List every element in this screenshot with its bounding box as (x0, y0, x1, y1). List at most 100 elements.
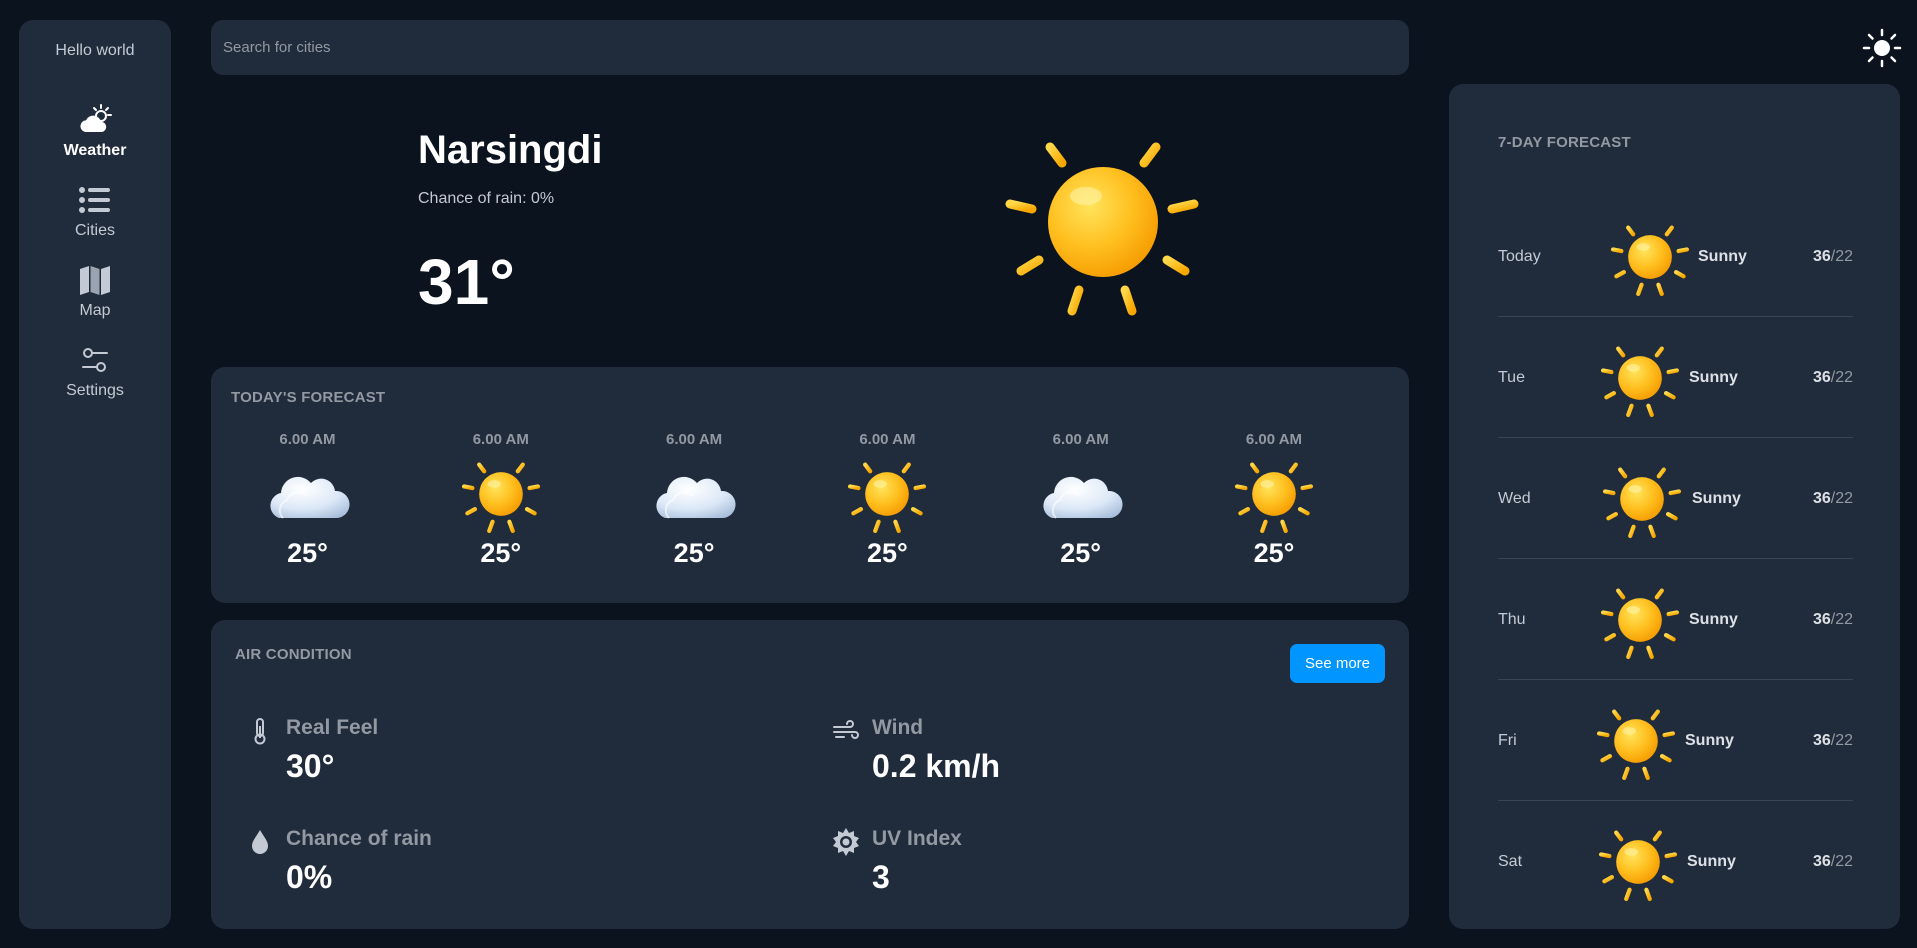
day-forecast-row: Fri Sunny 36/22 (1498, 680, 1853, 801)
section-title: TODAY'S FORECAST (231, 389, 386, 406)
map-icon (77, 262, 113, 298)
day-forecast-row: Sat Sunny 36/22 (1498, 801, 1853, 922)
sun-icon (1231, 454, 1317, 534)
day-low: /22 (1830, 368, 1853, 386)
todays-forecast-panel: TODAY'S FORECAST 6.00 AM 25° 6.00 AM 25° 6.0… (211, 367, 1409, 603)
day-temperature: 36/22 (1813, 611, 1853, 629)
section-title: 7-DAY FORECAST (1498, 134, 1631, 151)
cloud-icon (1038, 460, 1124, 530)
section-title: AIR CONDITION (235, 646, 352, 663)
list-icon (77, 182, 113, 218)
droplet-icon (252, 830, 268, 854)
day-name: Wed (1498, 489, 1531, 507)
day-high: 36 (1812, 489, 1831, 507)
day-name: Fri (1498, 731, 1517, 749)
day-condition: Sunny (1685, 731, 1734, 749)
day-high: 36 (1812, 852, 1831, 870)
day-forecast-row: Tue Sunny 36/22 (1498, 317, 1853, 438)
metric-value: 0.2 km/h (872, 748, 1001, 784)
sidebar-item-label: Settings (66, 382, 124, 399)
sidebar-item-cities[interactable]: Cities (19, 182, 171, 252)
cloud-icon (651, 460, 737, 530)
day-low: /22 (1830, 610, 1853, 628)
day-high: 36 (1812, 610, 1831, 628)
metric-label: Wind (872, 716, 924, 739)
sidebar-item-label: Map (79, 302, 111, 319)
day-condition: Sunny (1692, 489, 1741, 507)
sun-icon (1598, 336, 1682, 420)
thermometer-icon (254, 718, 266, 745)
sidebar-item-weather[interactable]: Weather (19, 102, 171, 172)
hour-time: 6.00 AM (666, 431, 723, 448)
sun-icon (844, 454, 930, 534)
sliders-icon (77, 342, 113, 378)
metric-value: 3 (872, 859, 890, 895)
sun-icon (1594, 699, 1678, 783)
day-condition: Sunny (1698, 247, 1747, 265)
hour-time: 6.00 AM (859, 431, 916, 448)
day-temperature: 36/22 (1813, 853, 1853, 871)
see-more-button[interactable]: See more (1290, 644, 1385, 683)
day-low: /22 (1830, 852, 1853, 870)
seven-day-forecast-panel: 7-DAY FORECAST Today Sunny 36/22 Tue Sunny 36… (1449, 84, 1900, 929)
day-condition: Sunny (1689, 368, 1738, 386)
hourly-forecast-item: 6.00 AM 25° (598, 431, 791, 591)
day-forecast-row: Wed Sunny 36/22 (1498, 438, 1853, 559)
day-high: 36 (1812, 368, 1831, 386)
metric-label: UV Index (872, 827, 962, 850)
hourly-forecast-item: 6.00 AM 25° (404, 431, 597, 591)
day-forecast-row: Thu Sunny 36/22 (1498, 559, 1853, 680)
metric-value: 30° (286, 748, 335, 784)
hour-temperature: 25° (287, 538, 328, 568)
metric-label: Real Feel (286, 716, 379, 739)
day-name: Today (1498, 247, 1541, 265)
day-low: /22 (1830, 731, 1853, 749)
day-high: 36 (1812, 731, 1831, 749)
hour-temperature: 25° (866, 538, 908, 568)
greeting-text: Hello world (55, 42, 135, 59)
cloud-icon (265, 460, 351, 530)
metric-uv-index: UV Index 3 (831, 821, 1231, 911)
hourly-forecast-item: 6.00 AM 25° (984, 431, 1177, 591)
city-name: Narsingdi (418, 128, 603, 172)
sidebar: Hello world Weather Cities Map Settings (19, 20, 171, 929)
sun-icon (1598, 578, 1682, 662)
metric-label: Chance of rain (286, 827, 432, 850)
hourly-forecast-item: 6.00 AM 25° (791, 431, 984, 591)
sun-icon (458, 454, 544, 534)
day-name: Sat (1498, 852, 1523, 870)
day-name: Thu (1498, 610, 1526, 628)
metric-real-feel: Real Feel 30° (245, 710, 645, 800)
hourly-forecast-item: 6.00 AM 25° (1178, 431, 1371, 591)
sidebar-item-label: Weather (63, 142, 127, 159)
sidebar-item-label: Cities (74, 222, 115, 239)
cloud-sun-icon (77, 102, 113, 138)
day-name: Tue (1498, 368, 1525, 386)
air-conditions-panel: AIR CONDITION See more Real Feel 30° Win… (211, 620, 1409, 929)
hour-temperature: 25° (1060, 538, 1102, 568)
sidebar-item-settings[interactable]: Settings (19, 342, 171, 412)
rain-chance-text: Chance of rain: 0% (418, 190, 555, 207)
sun-icon (1600, 457, 1684, 541)
sun-icon (1596, 820, 1680, 904)
theme-toggle-button[interactable] (1862, 28, 1902, 68)
sun-icon (1608, 215, 1692, 299)
hour-time: 6.00 AM (472, 431, 529, 448)
day-temperature: 36/22 (1813, 369, 1853, 387)
metric-wind: Wind 0.2 km/h (831, 710, 1231, 800)
day-forecast-row: Today Sunny 36/22 (1498, 196, 1853, 317)
search-input[interactable] (211, 20, 1409, 75)
hour-temperature: 25° (480, 538, 522, 568)
day-temperature: 36/22 (1813, 732, 1853, 750)
hour-time: 6.00 AM (1052, 431, 1109, 448)
hour-temperature: 25° (1253, 538, 1295, 568)
metric-chance-of-rain: Chance of rain 0% (245, 821, 645, 911)
day-low: /22 (1830, 247, 1853, 265)
metric-value: 0% (286, 859, 333, 895)
sidebar-item-map[interactable]: Map (19, 262, 171, 332)
sun-icon (1862, 28, 1902, 68)
current-temperature: 31° (418, 246, 515, 318)
uv-sun-icon (833, 828, 859, 856)
hourly-forecast-item: 6.00 AM 25° (211, 431, 404, 591)
hour-time: 6.00 AM (1245, 431, 1303, 448)
